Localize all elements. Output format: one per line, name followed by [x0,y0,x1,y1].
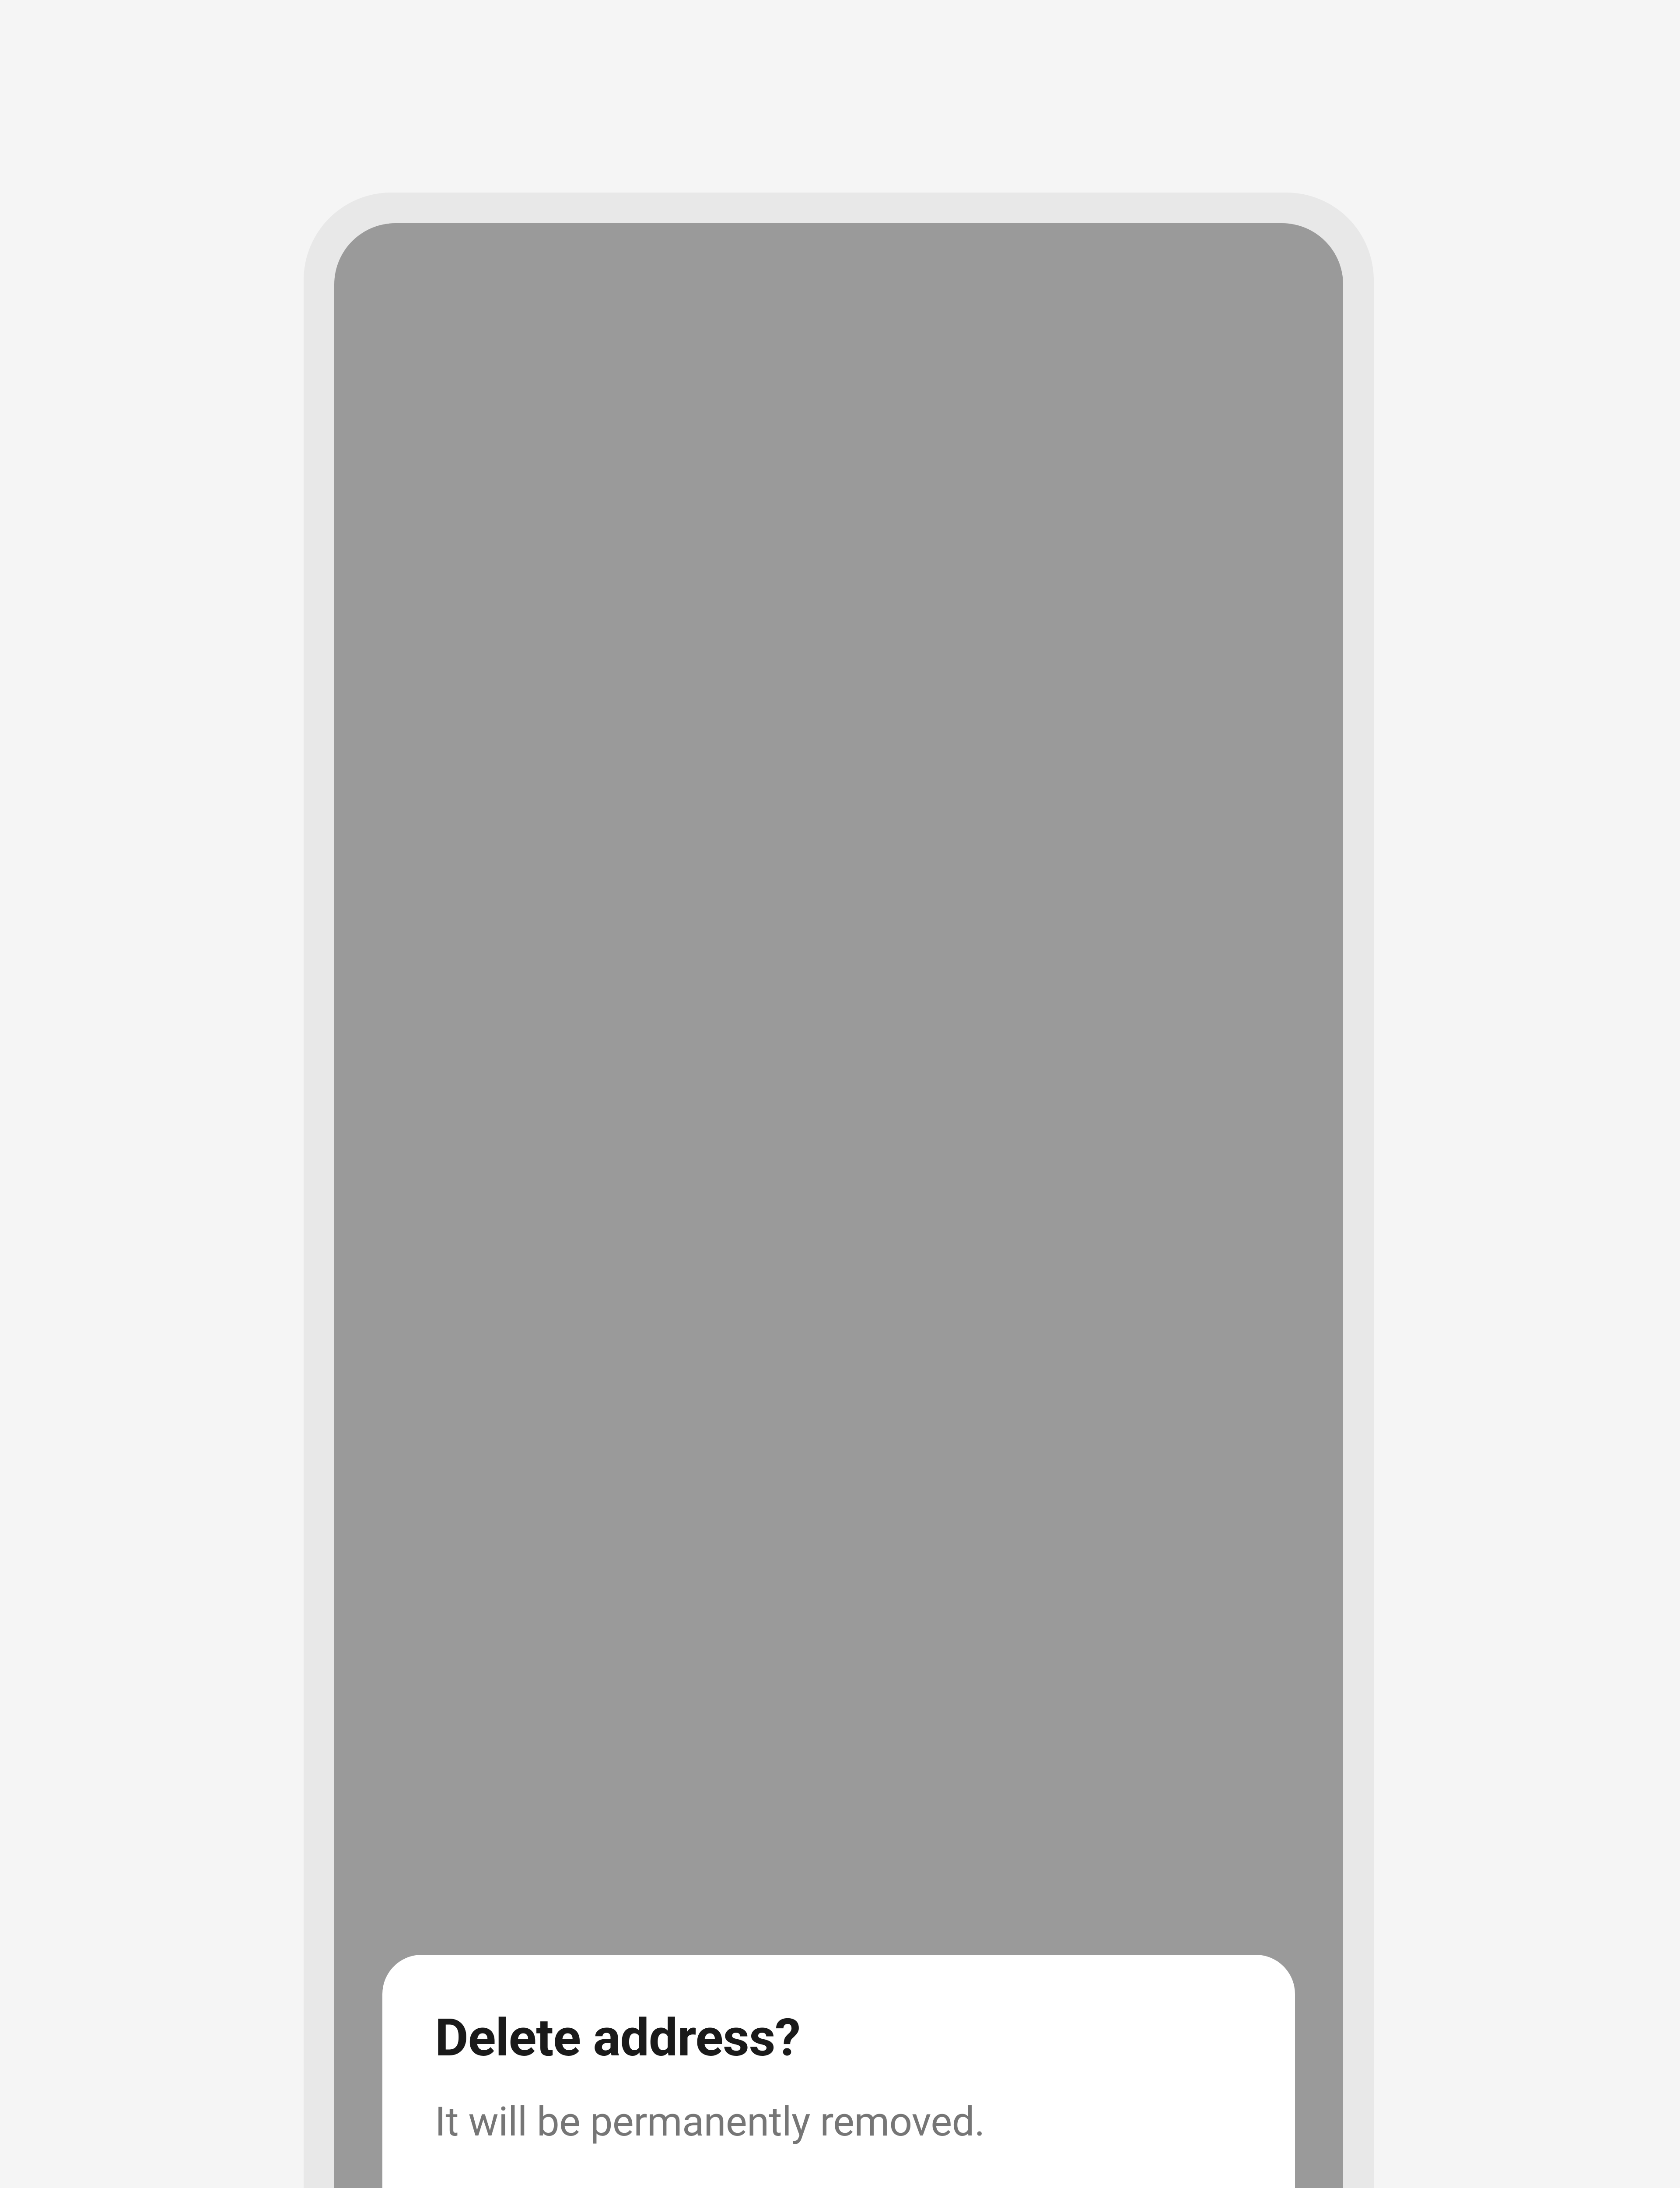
phone-frame: Delete address? It will be permanently r… [304,193,1374,2188]
dialog-body: It will be permanently removed. [435,2096,1242,2149]
confirm-dialog: Delete address? It will be permanently r… [382,1955,1295,2188]
phone-screen: Delete address? It will be permanently r… [334,223,1343,2188]
dialog-title: Delete address? [435,2007,1242,2069]
